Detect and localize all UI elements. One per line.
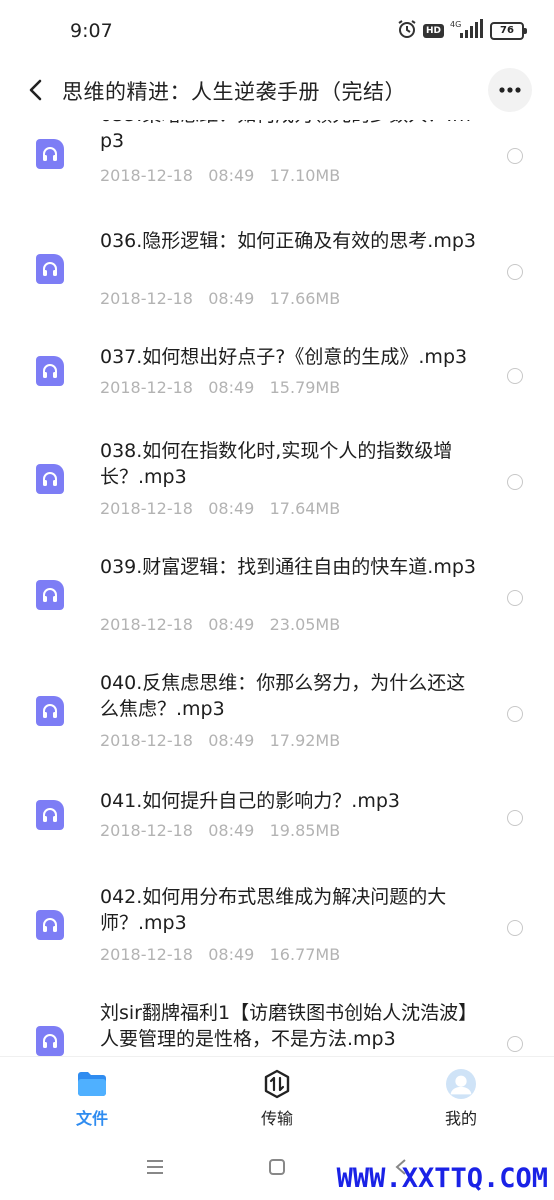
more-button[interactable] — [488, 68, 532, 112]
list-item[interactable]: 038.如何在指数化时,实现个人的指数级增长？.mp3 2018-12-18 0… — [0, 438, 554, 550]
select-radio[interactable] — [507, 706, 523, 722]
menu-icon — [147, 1160, 163, 1174]
tab-label: 传输 — [260, 1109, 293, 1128]
file-name: 035.策略思维：如何成为领先的少数人？.mp3 — [100, 120, 471, 152]
file-size: 16.77MB — [269, 945, 341, 964]
file-name: 038.如何在指数化时,实现个人的指数级增长？.mp3 — [100, 440, 453, 488]
watermark-text: WWW.XXTTQ.COM — [336, 1163, 548, 1194]
tab-label: 我的 — [444, 1109, 477, 1128]
file-meta: 2018-12-18 08:49 17.66MB — [100, 289, 340, 308]
more-dots-icon — [499, 87, 521, 93]
battery-icon: 76 — [490, 22, 527, 40]
audio-file-icon — [36, 910, 64, 940]
file-size: 23.05MB — [269, 615, 341, 634]
file-time: 08:49 — [208, 615, 255, 634]
chevron-left-icon — [29, 79, 42, 101]
system-nav-bar: WWW.XXTTQ.COM — [0, 1134, 554, 1200]
audio-file-icon — [36, 800, 64, 830]
file-date: 2018-12-18 — [100, 289, 193, 308]
tab-files[interactable]: 文件 — [42, 1069, 142, 1129]
file-meta: 2018-12-18 08:49 17.64MB — [100, 499, 340, 518]
file-name: 042.如何用分布式思维成为解决问题的大师？.mp3 — [100, 886, 447, 934]
avatar-icon — [446, 1069, 476, 1099]
file-name: 040.反焦虑思维：你那么努力，为什么还这么焦虑？.mp3 — [100, 672, 466, 720]
file-date: 2018-12-18 — [100, 378, 193, 397]
file-size: 17.92MB — [269, 731, 341, 750]
home-button[interactable] — [264, 1154, 290, 1180]
audio-file-icon — [36, 580, 64, 610]
folder-icon — [77, 1069, 107, 1099]
file-meta: 2018-12-18 08:49 23.05MB — [100, 615, 340, 634]
alarm-icon — [397, 19, 417, 43]
list-item[interactable]: 042.如何用分布式思维成为解决问题的大师？.mp3 2018-12-18 08… — [0, 884, 554, 996]
file-meta: 2018-12-18 08:49 19.85MB — [100, 821, 340, 840]
file-name: 刘sir翻牌福利1【访磨铁图书创始人沈浩波】人要管理的是性格，不是方法.mp3 — [100, 1002, 478, 1050]
file-date: 2018-12-18 — [100, 166, 193, 185]
file-date: 2018-12-18 — [100, 731, 193, 750]
file-date: 2018-12-18 — [100, 615, 193, 634]
file-meta: 2018-12-18 08:49 16.77MB — [100, 945, 340, 964]
status-time: 9:07 — [70, 20, 113, 42]
file-time: 08:49 — [208, 731, 255, 750]
list-item[interactable]: 036.隐形逻辑：如何正确及有效的思考.mp3 2018-12-18 08:49… — [0, 228, 554, 340]
file-name: 036.隐形逻辑：如何正确及有效的思考.mp3 — [100, 230, 477, 252]
file-time: 08:49 — [208, 289, 255, 308]
select-radio[interactable] — [507, 1036, 523, 1052]
audio-file-icon — [36, 139, 64, 169]
page-title: 思维的精进：人生逆袭手册（完结） — [62, 80, 406, 104]
file-date: 2018-12-18 — [100, 821, 193, 840]
signal-icon: 4G — [450, 19, 484, 43]
file-size: 17.10MB — [269, 166, 341, 185]
audio-file-icon — [36, 1026, 64, 1056]
list-item[interactable]: 刘sir翻牌福利1【访磨铁图书创始人沈浩波】人要管理的是性格，不是方法.mp3 — [0, 1000, 554, 1056]
file-time: 08:49 — [208, 821, 255, 840]
file-time: 08:49 — [208, 945, 255, 964]
status-bar: 9:07 HD 4G 76 — [0, 0, 554, 62]
select-radio[interactable] — [507, 810, 523, 826]
list-item[interactable]: 041.如何提升自己的影响力？.mp3 2018-12-18 08:49 19.… — [0, 788, 554, 878]
audio-file-icon — [36, 356, 64, 386]
list-item[interactable]: 039.财富逻辑：找到通往自由的快车道.mp3 2018-12-18 08:49… — [0, 554, 554, 666]
file-name: 039.财富逻辑：找到通往自由的快车道.mp3 — [100, 556, 477, 578]
tab-label: 文件 — [75, 1109, 108, 1128]
tab-transfer[interactable]: 传输 — [227, 1069, 327, 1129]
select-radio[interactable] — [507, 474, 523, 490]
select-radio[interactable] — [507, 264, 523, 280]
select-radio[interactable] — [507, 148, 523, 164]
file-meta: 2018-12-18 08:49 17.92MB — [100, 731, 340, 750]
home-icon — [269, 1159, 285, 1175]
file-date: 2018-12-18 — [100, 499, 193, 518]
file-meta: 2018-12-18 08:49 17.10MB — [100, 166, 340, 185]
file-time: 08:49 — [208, 499, 255, 518]
select-radio[interactable] — [507, 920, 523, 936]
file-list: 035.策略思维：如何成为领先的少数人？.mp3 2018-12-18 08:4… — [0, 120, 554, 1056]
file-meta: 2018-12-18 08:49 15.79MB — [100, 378, 340, 397]
status-icons: HD 4G 76 — [397, 18, 527, 44]
list-item[interactable]: 037.如何想出好点子?《创意的生成》.mp3 2018-12-18 08:49… — [0, 344, 554, 434]
file-size: 17.66MB — [269, 289, 341, 308]
audio-file-icon — [36, 254, 64, 284]
audio-file-icon — [36, 464, 64, 494]
file-time: 08:49 — [208, 378, 255, 397]
file-name: 037.如何想出好点子?《创意的生成》.mp3 — [100, 346, 468, 368]
bottom-tab-bar: 文件 传输 我的 — [0, 1056, 554, 1135]
file-size: 17.64MB — [269, 499, 341, 518]
select-radio[interactable] — [507, 368, 523, 384]
transfer-icon — [262, 1069, 292, 1099]
hd-icon: HD — [422, 24, 444, 38]
tab-profile[interactable]: 我的 — [411, 1069, 511, 1129]
menu-button[interactable] — [142, 1154, 168, 1180]
back-button[interactable] — [18, 72, 54, 108]
file-size: 15.79MB — [269, 378, 341, 397]
file-time: 08:49 — [208, 166, 255, 185]
svg-text:4G: 4G — [450, 20, 461, 29]
app-header: 思维的精进：人生逆袭手册（完结） — [0, 62, 554, 120]
file-date: 2018-12-18 — [100, 945, 193, 964]
audio-file-icon — [36, 696, 64, 726]
file-size: 19.85MB — [269, 821, 341, 840]
list-item[interactable]: 040.反焦虑思维：你那么努力，为什么还这么焦虑？.mp3 2018-12-18… — [0, 670, 554, 782]
select-radio[interactable] — [507, 590, 523, 606]
file-name: 041.如何提升自己的影响力？.mp3 — [100, 790, 401, 812]
list-item[interactable]: 035.策略思维：如何成为领先的少数人？.mp3 2018-12-18 08:4… — [0, 120, 554, 212]
